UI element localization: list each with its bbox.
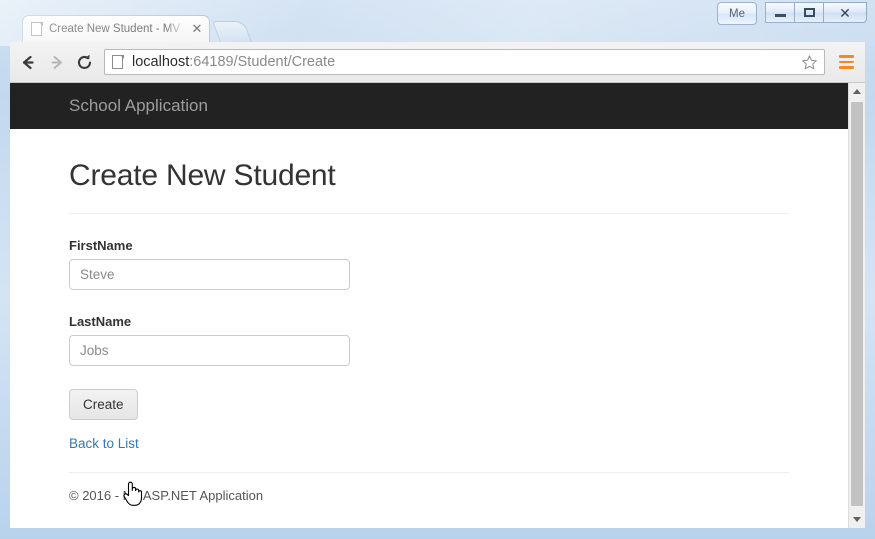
page-scrollbar[interactable] (848, 83, 865, 528)
back-to-list-link[interactable]: Back to List (69, 436, 789, 451)
scrollbar-thumb[interactable] (851, 102, 863, 506)
bookmark-star-icon[interactable] (798, 51, 820, 73)
back-button[interactable] (14, 48, 42, 76)
url-host: localhost (132, 54, 190, 70)
heading-divider (69, 213, 789, 214)
forward-arrow-icon (51, 55, 62, 69)
browser-window: Create New Student - MV ✕ Me ✕ localhost… (0, 0, 875, 539)
form-group-lastname: LastName (69, 314, 789, 366)
user-profile-button[interactable]: Me (717, 2, 757, 25)
page-icon (112, 55, 124, 69)
page-icon (31, 22, 43, 36)
firstname-label: FirstName (69, 238, 133, 253)
browser-toolbar: localhost:64189/Student/Create (10, 42, 865, 83)
forward-button[interactable] (42, 48, 70, 76)
url-path: :64189/Student/Create (189, 54, 336, 70)
reload-button[interactable] (70, 48, 98, 76)
page-content: Create New Student FirstName LastName Cr… (10, 159, 848, 503)
web-page: School Application Create New Student Fi… (10, 83, 848, 528)
new-tab-button[interactable] (212, 21, 252, 42)
url-text: localhost:64189/Student/Create (132, 54, 798, 70)
close-icon: ✕ (839, 4, 851, 21)
close-icon[interactable]: ✕ (189, 21, 205, 37)
hamburger-bar (838, 66, 854, 69)
lastname-input[interactable] (69, 335, 350, 366)
tab-title: Create New Student - MV (49, 23, 181, 35)
minimize-icon (774, 13, 786, 17)
chrome-menu-button[interactable] (833, 49, 859, 75)
window-controls: Me ✕ (717, 2, 867, 25)
page-title: Create New Student (69, 159, 336, 192)
back-arrow-icon (22, 55, 34, 69)
form-group-firstname: FirstName (69, 238, 789, 290)
scroll-up-button[interactable] (849, 83, 865, 100)
hamburger-bar (838, 60, 854, 64)
page-viewport: School Application Create New Student Fi… (10, 83, 865, 528)
chevron-up-icon (853, 89, 861, 94)
maximize-button[interactable] (794, 2, 824, 23)
star-glyph (801, 54, 817, 69)
footer-divider (69, 472, 789, 473)
site-brand[interactable]: School Application (69, 96, 208, 116)
window-close-button[interactable]: ✕ (823, 2, 867, 23)
minimize-button[interactable] (765, 2, 795, 23)
lastname-label: LastName (69, 314, 132, 329)
firstname-input[interactable] (69, 259, 350, 290)
browser-tab[interactable]: Create New Student - MV ✕ (22, 15, 210, 42)
maximize-icon (803, 8, 815, 17)
tab-strip: Create New Student - MV ✕ Me ✕ (0, 0, 875, 42)
site-navbar: School Application (10, 83, 848, 129)
scroll-down-button[interactable] (849, 511, 865, 528)
footer-text: © 2016 - My ASP.NET Application (69, 488, 264, 503)
address-bar[interactable]: localhost:64189/Student/Create (104, 49, 825, 75)
create-button[interactable]: Create (69, 389, 138, 420)
hamburger-bar (838, 55, 854, 58)
chevron-down-icon (853, 517, 861, 522)
reload-icon (77, 54, 91, 69)
